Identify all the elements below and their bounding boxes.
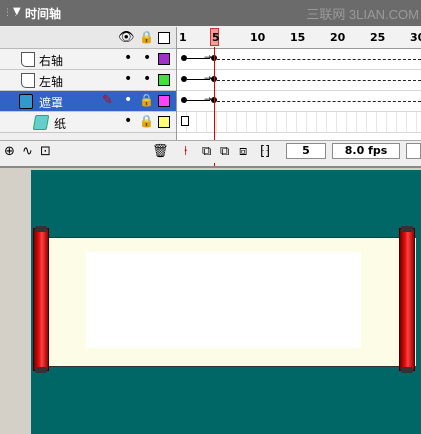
ruler-label: 15 (290, 31, 306, 44)
stage-area (0, 166, 421, 434)
right-rod[interactable] (399, 226, 415, 373)
layer-row[interactable]: 左轴 • • (0, 70, 176, 91)
layer-color[interactable] (158, 95, 170, 107)
add-folder-icon[interactable]: ⊡ (40, 144, 51, 159)
ruler-label: 10 (250, 31, 266, 44)
visibility-dot[interactable]: • (124, 113, 132, 129)
layer-page-icon (21, 52, 35, 67)
lock-dot[interactable]: • (143, 71, 151, 87)
add-guide-icon[interactable]: ∿ (22, 144, 33, 159)
pencil-icon: ✎ (102, 93, 113, 108)
layer-name: 纸 (54, 117, 67, 131)
current-frame-field[interactable]: 5 (286, 143, 326, 159)
ruler-label: 5 (212, 31, 220, 44)
layer-name: 左轴 (39, 75, 64, 89)
layer-page-icon (21, 73, 35, 88)
masked-layer-icon (32, 115, 50, 130)
keyframe[interactable] (181, 116, 189, 126)
frame-rate-field[interactable]: 8.0 fps (332, 143, 400, 159)
timeline-panel: ⋮⋮ ▼ 时间轴 三联网 3LIAN.COM 👁 🔒 右轴 • • 左轴 • •… (0, 0, 421, 167)
lock-icon[interactable]: 🔒 (139, 114, 154, 128)
layer-list: 👁 🔒 右轴 • • 左轴 • • 遮罩 ✎ • 🔒 纸 • 🔒 (0, 27, 177, 140)
paper-scroll[interactable] (46, 237, 416, 367)
rod-cap (401, 226, 413, 232)
layer-row[interactable]: 纸 • 🔒 (0, 112, 176, 133)
rod-cap (35, 226, 47, 232)
lock-icon[interactable]: 🔒 (139, 30, 154, 44)
layer-color[interactable] (158, 53, 170, 65)
layer-color[interactable] (158, 116, 170, 128)
layer-color[interactable] (158, 74, 170, 86)
trash-icon[interactable]: 🗑 (152, 144, 169, 159)
timeline-titlebar[interactable]: ⋮⋮ ▼ 时间轴 三联网 3LIAN.COM (0, 0, 421, 26)
onion-skin-icon[interactable]: ⧉ (202, 144, 211, 159)
layer-row-selected[interactable]: 遮罩 ✎ • 🔒 (0, 91, 176, 112)
onion-outline-icon[interactable]: ⧉ (220, 144, 229, 159)
ruler-label: 30 (410, 31, 421, 44)
outline-icon[interactable] (158, 32, 170, 44)
add-layer-icon[interactable]: ⊕ (4, 144, 15, 159)
eye-icon[interactable]: 👁 (118, 30, 135, 45)
panel-title: 时间轴 (25, 7, 62, 21)
elapsed-time-field[interactable] (406, 143, 421, 159)
frame-span (217, 101, 421, 102)
timeline-toolbar: ⊕ ∿ ⊡ 🗑 ⍿ ⧉ ⧉ ⧈ ⁅⁆ 5 8.0 fps (0, 140, 421, 163)
layer-header: 👁 🔒 (0, 27, 176, 49)
layer-name: 遮罩 (39, 96, 64, 110)
left-rod[interactable] (33, 226, 49, 373)
watermark: 三联网 3LIAN.COM (306, 7, 419, 22)
lock-dot[interactable]: • (143, 50, 151, 66)
layer-row[interactable]: 右轴 • • (0, 49, 176, 70)
rod-cap (35, 367, 47, 373)
visibility-dot[interactable]: • (124, 92, 132, 108)
rod-cap (401, 367, 413, 373)
mask-layer-icon (19, 94, 33, 109)
center-frame-icon[interactable]: ⍿ (184, 144, 187, 159)
frame-span (217, 80, 421, 81)
lock-icon[interactable]: 🔒 (139, 93, 154, 107)
frame-ruler[interactable]: 1 5 10 15 20 25 30 (177, 27, 421, 49)
edit-multiple-frames-icon[interactable]: ⧈ (239, 144, 247, 159)
ruler-label: 1 (179, 31, 187, 44)
ruler-label: 25 (370, 31, 386, 44)
visibility-dot[interactable]: • (124, 50, 132, 66)
frames-area[interactable]: 1 5 10 15 20 25 30 → → → (177, 27, 421, 167)
collapse-arrow-icon[interactable]: ▼ (13, 6, 21, 17)
onion-markers-icon[interactable]: ⁅⁆ (260, 144, 270, 159)
visibility-dot[interactable]: • (124, 71, 132, 87)
layer-name: 右轴 (39, 54, 64, 68)
paper-highlight (86, 252, 361, 348)
ruler-label: 20 (330, 31, 346, 44)
stage[interactable] (31, 170, 421, 434)
frame-span (217, 59, 421, 60)
